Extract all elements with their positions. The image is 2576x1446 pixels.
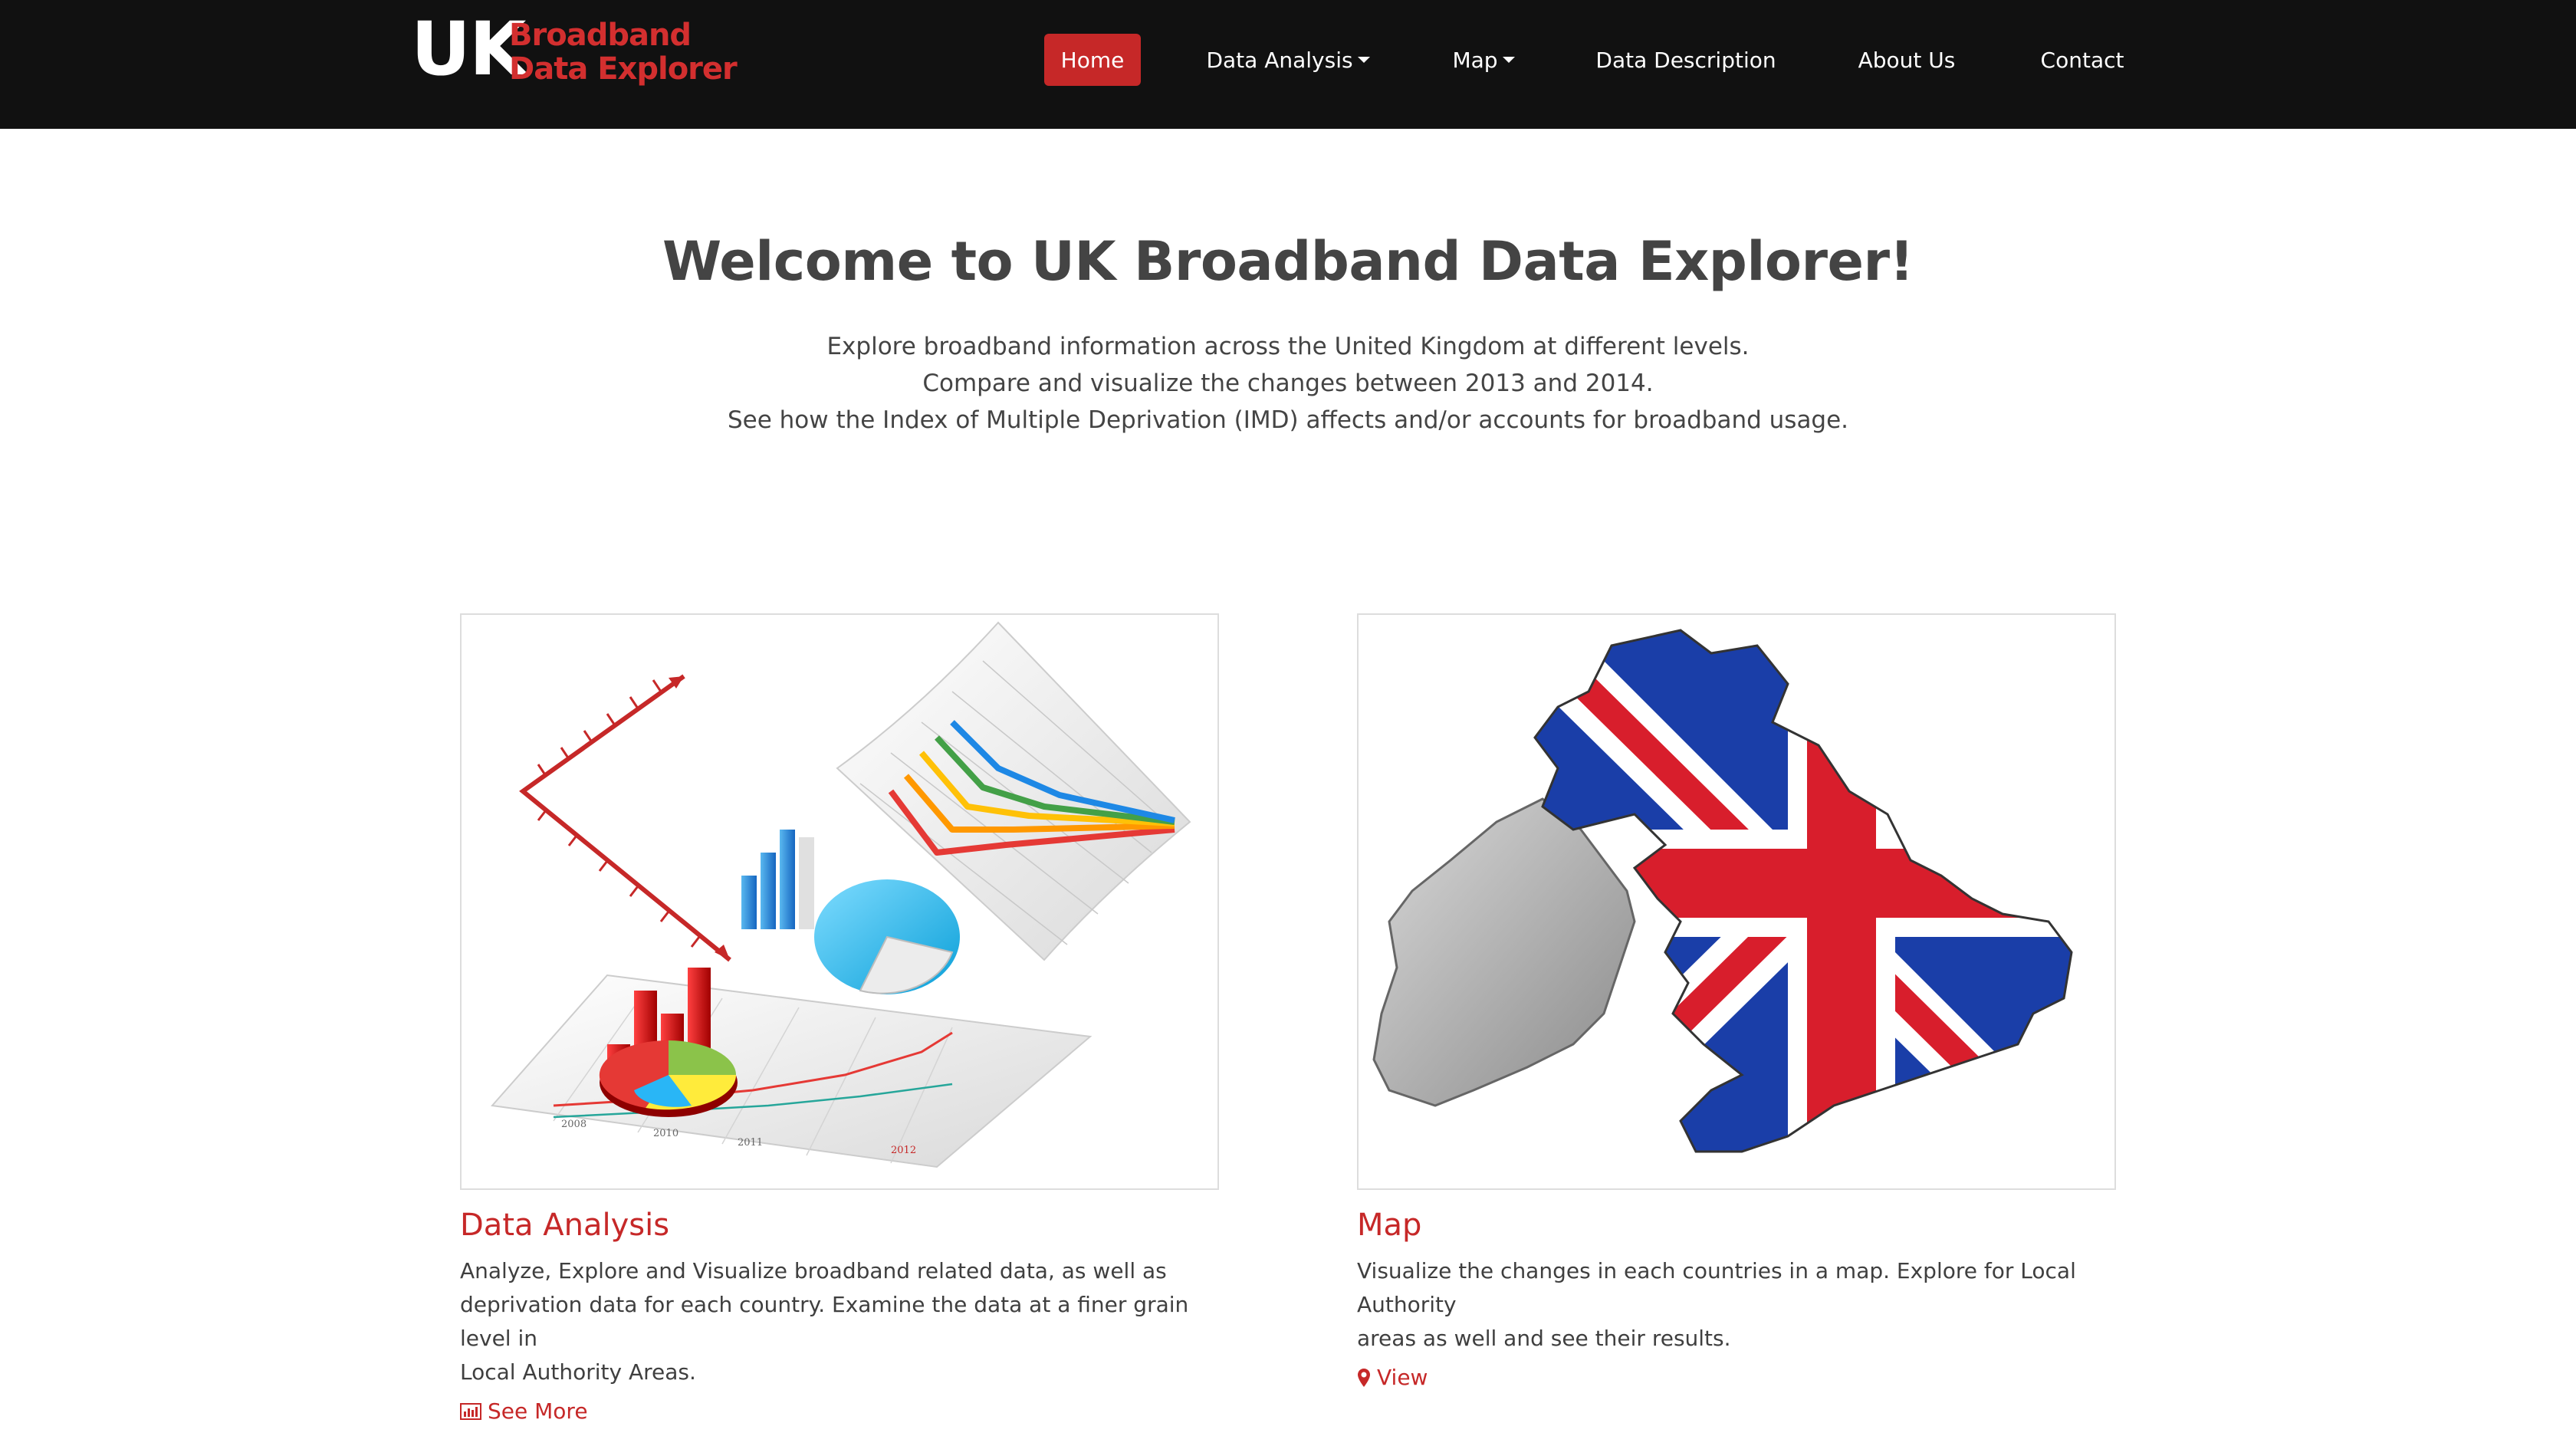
- hero-line-1: Explore broadband information across the…: [826, 333, 1750, 360]
- nav-data-description-label: Data Description: [1595, 47, 1776, 73]
- card-text-data-analysis: Analyze, Explore and Visualize broadband…: [460, 1254, 1227, 1389]
- data-analysis-image[interactable]: 2008 2010 2011 2012: [460, 613, 1219, 1190]
- brand-line-1: Broadband: [509, 18, 692, 53]
- nav-home[interactable]: Home: [1044, 34, 1141, 86]
- view-label: View: [1377, 1365, 1428, 1390]
- charts-illustration: 2008 2010 2011 2012: [491, 621, 1191, 1168]
- navbar: UK Broadband Data Explorer Home Data Ana…: [0, 0, 2576, 129]
- bar-chart-icon: [460, 1402, 481, 1421]
- view-map-link[interactable]: View: [1357, 1365, 1428, 1390]
- card-text-line: Local Authority Areas.: [460, 1359, 696, 1385]
- card-title-data-analysis[interactable]: Data Analysis: [460, 1204, 1219, 1247]
- card-data-analysis: 2008 2010 2011 2012 Data Analysis Analyz…: [460, 613, 1219, 1424]
- brand-logo[interactable]: UK Broadband Data Explorer: [411, 12, 738, 94]
- card-text-line: Visualize the changes in each countries …: [1357, 1258, 2076, 1317]
- see-more-link[interactable]: See More: [460, 1398, 588, 1424]
- svg-text:2012: 2012: [891, 1145, 916, 1156]
- nav-home-label: Home: [1060, 47, 1125, 73]
- hero-line-3: See how the Index of Multiple Deprivatio…: [727, 406, 1849, 434]
- nav-map[interactable]: Map: [1441, 34, 1526, 86]
- card-text-line: Analyze, Explore and Visualize broadband…: [460, 1258, 1167, 1283]
- nav-contact[interactable]: Contact: [2035, 34, 2130, 86]
- svg-text:2008: 2008: [561, 1119, 586, 1130]
- nav-contact-label: Contact: [2040, 47, 2124, 73]
- map-marker-icon: [1357, 1368, 1371, 1388]
- nav-about-us[interactable]: About Us: [1848, 34, 1966, 86]
- see-more-label: See More: [488, 1398, 588, 1424]
- nav-data-description[interactable]: Data Description: [1595, 34, 1776, 86]
- svg-text:2010: 2010: [653, 1128, 678, 1139]
- map-image[interactable]: [1357, 613, 2116, 1190]
- card-text-line: areas as well and see their results.: [1357, 1326, 1731, 1351]
- card-text-line: deprivation data for each country. Exami…: [460, 1292, 1189, 1351]
- hero-description: Explore broadband information across the…: [0, 328, 2576, 439]
- nav-data-analysis-label: Data Analysis: [1206, 47, 1353, 73]
- brand-uk: UK: [411, 6, 526, 92]
- hero-line-2: Compare and visualize the changes betwee…: [922, 370, 1654, 397]
- uk-flag-map-illustration: [1372, 629, 2073, 1153]
- card-text-map: Visualize the changes in each countries …: [1357, 1254, 2124, 1356]
- card-map: Map Visualize the changes in each countr…: [1357, 613, 2116, 1391]
- caret-down-icon: [1357, 57, 1370, 63]
- svg-text:2011: 2011: [738, 1137, 763, 1149]
- page-title: Welcome to UK Broadband Data Explorer!: [662, 230, 1914, 293]
- nav-data-analysis[interactable]: Data Analysis: [1204, 34, 1372, 86]
- caret-down-icon: [1502, 57, 1515, 63]
- card-title-map[interactable]: Map: [1357, 1204, 2116, 1247]
- nav-map-label: Map: [1452, 47, 1498, 73]
- nav-about-us-label: About Us: [1858, 47, 1956, 73]
- brand-line-2: Data Explorer: [509, 51, 738, 87]
